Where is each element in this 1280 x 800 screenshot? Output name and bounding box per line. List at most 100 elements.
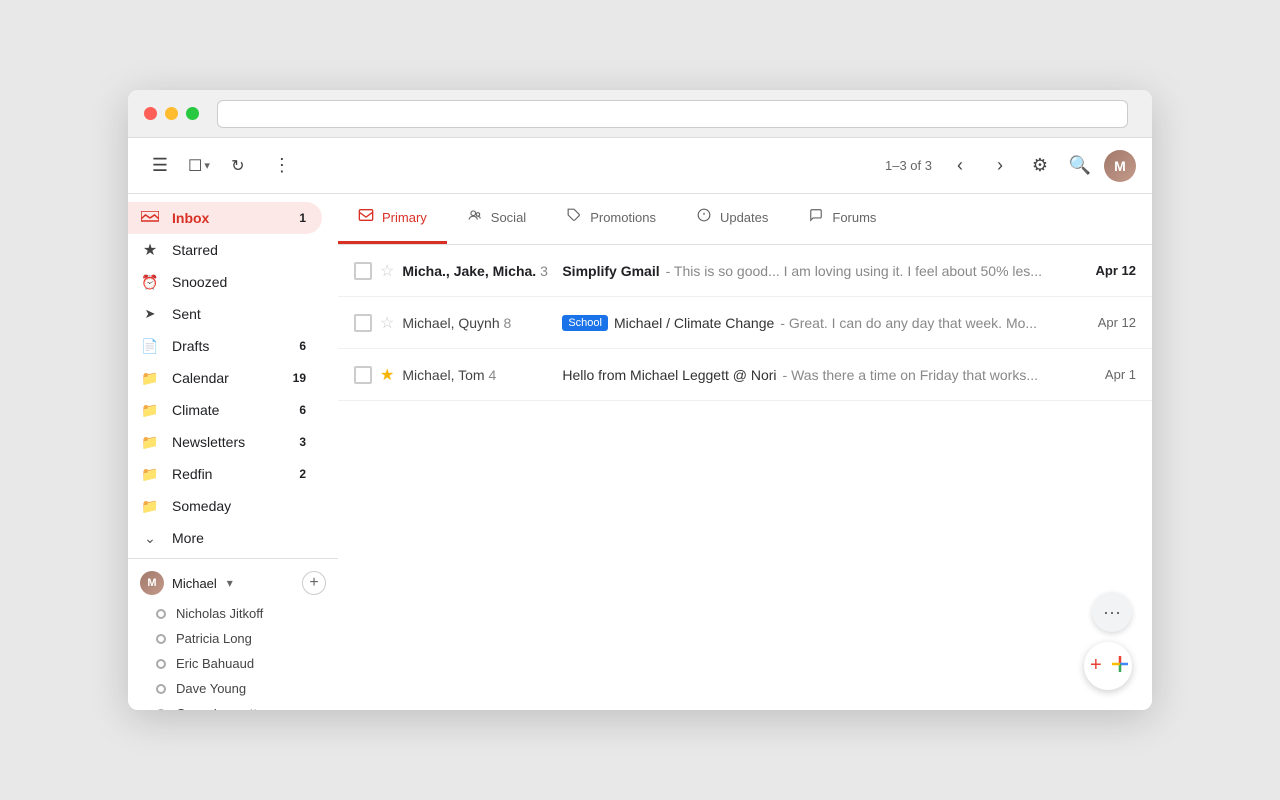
menu-button[interactable]: ☰ [144,150,176,182]
account-section: M Michael ▾ + Nicholas Jitkoff Patricia … [128,558,338,710]
email-row[interactable]: ☆ Micha., Jake, Micha. 3 Simplify Gmail … [338,245,1152,297]
gmail-header: ☰ ☐ ▾ ↻ ⋮ 1–3 of 3 ‹ › ⚙ 🔍 M [128,138,1152,194]
settings-button[interactable]: ⚙ [1024,150,1056,182]
refresh-button[interactable]: ↻ [222,150,254,182]
tab-updates[interactable]: Updates [676,194,788,244]
svg-text:+: + [1090,654,1102,676]
maximize-button[interactable] [186,107,199,120]
email-checkbox[interactable] [354,366,372,384]
sidebar-item-drafts[interactable]: 📄 Drafts 6 [128,330,322,362]
email-date: Apr 1 [1105,367,1136,382]
contact-name: Owen Leggett [176,706,257,710]
sent-label: Sent [172,306,306,322]
email-subject: Hello from Michael Leggett @ Nori [562,367,776,383]
contact-list: Nicholas Jitkoff Patricia Long Eric Bahu… [140,599,326,710]
account-header[interactable]: M Michael ▾ + [140,567,326,599]
add-account-button[interactable]: + [302,571,326,595]
fab-area: ··· + [1084,592,1132,690]
address-bar[interactable] [217,100,1128,128]
sidebar-item-someday[interactable]: 📁 Someday [128,490,322,522]
email-row[interactable]: ★ Michael, Tom 4 Hello from Michael Legg… [338,349,1152,401]
more-label: More [172,530,306,546]
sidebar-item-climate[interactable]: 📁 Climate 6 [128,394,322,426]
contact-item[interactable]: Patricia Long [140,626,326,651]
someday-label: Someday [172,498,306,514]
select-chevron-icon: ▾ [204,159,210,172]
calendar-badge: 19 [293,371,306,385]
contact-item[interactable]: Dave Young [140,676,326,701]
contact-status-dot [156,709,166,711]
email-star-icon[interactable]: ☆ [380,313,394,333]
header-right: 1–3 of 3 ‹ › ⚙ 🔍 M [885,150,1136,182]
gmail-app: ☰ ☐ ▾ ↻ ⋮ 1–3 of 3 ‹ › ⚙ 🔍 M [128,138,1152,710]
climate-icon: 📁 [140,400,160,420]
pagination-text: 1–3 of 3 [885,158,932,173]
search-button[interactable]: 🔍 [1064,150,1096,182]
sidebar-item-starred[interactable]: ★ Starred [128,234,322,266]
updates-tab-icon [696,208,712,227]
someday-icon: 📁 [140,496,160,516]
sidebar-item-more[interactable]: ⌄ More [128,522,322,554]
avatar-image: M [1104,150,1136,182]
compose-plus-icon [1108,652,1132,680]
drafts-badge: 6 [299,339,306,353]
close-button[interactable] [144,107,157,120]
browser-titlebar [128,90,1152,138]
tab-primary[interactable]: Primary [338,194,447,244]
contact-name: Eric Bahuaud [176,656,254,671]
contact-item[interactable]: Nicholas Jitkoff [140,601,326,626]
email-checkbox[interactable] [354,262,372,280]
select-checkbox-icon: ☐ [188,156,202,176]
prev-page-button[interactable]: ‹ [944,150,976,182]
contact-status-dot [156,609,166,619]
fab-more-button[interactable]: ··· [1092,592,1132,632]
calendar-label: Calendar [172,370,293,386]
sidebar-item-snoozed[interactable]: ⏰ Snoozed [128,266,322,298]
user-avatar[interactable]: M [1104,150,1136,182]
email-preview: - Great. I can do any day that week. Mo.… [780,315,1037,331]
more-header-button[interactable]: ⋮ [266,150,298,182]
sidebar-item-sent[interactable]: ➤ Sent [128,298,322,330]
email-list: ☆ Micha., Jake, Micha. 3 Simplify Gmail … [338,245,1152,710]
email-preview: - This is so good... I am loving using i… [666,263,1042,279]
email-body: Hello from Michael Leggett @ Nori - Was … [562,367,1097,383]
inbox-icon [140,208,160,228]
next-page-button[interactable]: › [984,150,1016,182]
email-sender: Michael, Quynh 8 [402,315,562,331]
sidebar-item-newsletters[interactable]: 📁 Newsletters 3 [128,426,322,458]
sidebar-item-calendar[interactable]: 📁 Calendar 19 [128,362,322,394]
sidebar-item-redfin[interactable]: 📁 Redfin 2 [128,458,322,490]
email-sender: Michael, Tom 4 [402,367,562,383]
minimize-button[interactable] [165,107,178,120]
tab-forums[interactable]: Forums [788,194,896,244]
email-subject: Simplify Gmail [562,263,659,279]
sidebar-item-inbox[interactable]: Inbox 1 [128,202,322,234]
newsletters-badge: 3 [299,435,306,449]
fab-compose-button[interactable]: + [1084,642,1132,690]
contact-status-dot [156,659,166,669]
climate-label: Climate [172,402,299,418]
select-button[interactable]: ☐ ▾ [188,156,210,176]
tab-social[interactable]: Social [447,194,546,244]
more-chevron-icon: ⌄ [140,528,160,548]
snoozed-label: Snoozed [172,274,306,290]
tab-promotions[interactable]: Promotions [546,194,676,244]
starred-icon: ★ [140,240,160,260]
email-star-icon[interactable]: ☆ [380,261,394,281]
sent-icon: ➤ [140,304,160,324]
email-checkbox[interactable] [354,314,372,332]
inbox-badge: 1 [299,211,306,225]
email-preview: - Was there a time on Friday that works.… [783,367,1038,383]
tabs-bar: Primary Social [338,194,1152,245]
email-row[interactable]: ☆ Michael, Quynh 8 School Michael / Clim… [338,297,1152,349]
contact-status-dot [156,634,166,644]
contact-item[interactable]: Owen Leggett [140,701,326,710]
email-star-icon[interactable]: ★ [380,365,394,385]
inbox-label: Inbox [172,210,299,226]
contact-name: Dave Young [176,681,246,696]
email-date: Apr 12 [1096,263,1136,278]
contact-item[interactable]: Eric Bahuaud [140,651,326,676]
email-body: School Michael / Climate Change - Great.… [562,315,1089,331]
email-date: Apr 12 [1098,315,1136,330]
drafts-label: Drafts [172,338,299,354]
